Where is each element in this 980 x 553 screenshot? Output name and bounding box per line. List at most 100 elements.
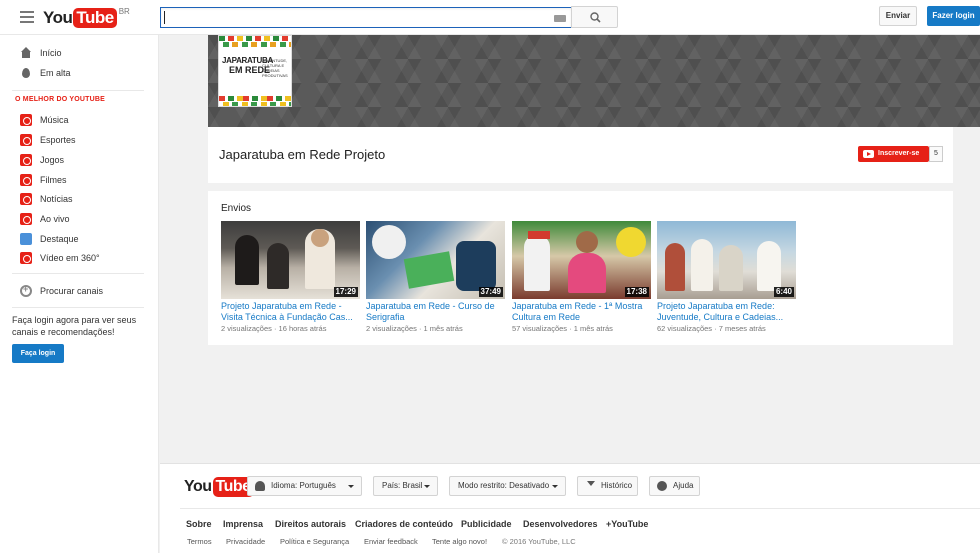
divider <box>180 508 980 509</box>
video-age: 1 mês atrás <box>573 324 613 333</box>
spotlight-icon <box>20 233 32 245</box>
guide-item-label: Em alta <box>40 68 71 78</box>
divider <box>12 273 144 274</box>
footer-link-press[interactable]: Imprensa <box>223 519 263 529</box>
guide-item-label: Destaque <box>40 234 79 244</box>
video-thumbnail[interactable]: 37:49 <box>366 221 505 299</box>
restricted-mode-button[interactable]: Modo restrito: Desativado <box>449 476 566 496</box>
video-title[interactable]: Japaratuba em Rede - Curso de Serigrafia <box>366 301 506 323</box>
footer-link-copyright[interactable]: Direitos autorais <box>275 519 346 529</box>
history-label: Histórico <box>601 481 633 490</box>
subscribe-button[interactable]: Inscrever-se <box>858 146 929 162</box>
guide-item-browse-channels[interactable]: Procurar canais <box>0 281 159 301</box>
footer-link-advertise[interactable]: Publicidade <box>461 519 512 529</box>
guide-item-sports[interactable]: Esportes <box>0 130 159 150</box>
help-button[interactable]: Ajuda <box>649 476 700 496</box>
guide-section-title: O MELHOR DO YOUTUBE <box>15 96 106 103</box>
video-card[interactable]: 17:29 Projeto Japaratuba em Rede - Visit… <box>221 221 361 333</box>
search-input[interactable] <box>160 7 572 28</box>
footer-link-try-new[interactable]: Tente algo novo! <box>432 537 487 546</box>
video-views: 2 visualizações <box>221 324 272 333</box>
guide-login-button[interactable]: Faça login <box>12 344 64 363</box>
footer-link-policy-safety[interactable]: Política e Segurança <box>280 537 349 546</box>
video-card[interactable]: 6:40 Projeto Japaratuba em Rede: Juventu… <box>657 221 797 333</box>
video-meta: 2 visualizações · 1 mês atrás <box>366 324 463 333</box>
avatar-text: JUVENTUDE, CULTURA E CADEIAS PRODUTIVAS <box>262 58 288 78</box>
masthead: You Tube BR Enviar Fazer login <box>0 0 980 35</box>
home-icon <box>20 47 32 59</box>
logo-you-text: You <box>184 478 212 495</box>
music-icon <box>20 114 32 126</box>
sign-in-button[interactable]: Fazer login <box>927 6 980 26</box>
guide-item-360[interactable]: Vídeo em 360° <box>0 248 159 268</box>
restricted-mode-label: Modo restrito: Desativado <box>458 481 550 490</box>
logo-you-text: You <box>43 8 73 27</box>
footer-link-plus-youtube[interactable]: +YouTube <box>606 519 648 529</box>
video-duration: 17:38 <box>624 287 649 297</box>
footer-link-creators[interactable]: Criadores de conteúdo <box>355 519 453 529</box>
flame-icon <box>20 67 32 79</box>
help-icon <box>657 481 667 491</box>
video-age: 1 mês atrás <box>423 324 463 333</box>
footer-link-privacy[interactable]: Privacidade <box>226 537 265 546</box>
guide-item-label: Notícias <box>40 194 73 204</box>
guide-item-trending[interactable]: Em alta <box>0 63 159 83</box>
channel-title[interactable]: Japaratuba em Rede Projeto <box>219 147 385 162</box>
video-title[interactable]: Projeto Japaratuba em Rede - Visita Técn… <box>221 301 361 323</box>
guide-item-label: Esportes <box>40 135 76 145</box>
video-title[interactable]: Japaratuba em Rede - 1ª Mostra Cultura e… <box>512 301 652 323</box>
guide-item-live[interactable]: Ao vivo <box>0 209 159 229</box>
video-thumbnail[interactable]: 17:29 <box>221 221 360 299</box>
channel-header: Japaratuba em Rede Projeto Inscrever-se … <box>208 127 953 183</box>
keyboard-icon[interactable] <box>554 15 566 22</box>
country-label: País: Brasil <box>382 481 423 490</box>
footer-youtube-logo[interactable]: You Tube <box>184 476 254 497</box>
guide-item-news[interactable]: Notícias <box>0 189 159 209</box>
channel-banner <box>208 35 980 127</box>
film-icon <box>20 174 32 186</box>
gaming-icon <box>20 154 32 166</box>
footer-link-about[interactable]: Sobre <box>186 519 212 529</box>
guide-item-label: Música <box>40 115 69 125</box>
youtube-play-icon <box>863 150 874 158</box>
guide-item-music[interactable]: Música <box>0 110 159 130</box>
add-circle-icon <box>20 284 32 297</box>
video-title[interactable]: Projeto Japaratuba em Rede: Juventude, C… <box>657 301 797 323</box>
video-duration: 17:29 <box>333 287 358 297</box>
video-thumbnail[interactable]: 17:38 <box>512 221 651 299</box>
guide-item-label: Vídeo em 360° <box>40 253 100 263</box>
video-thumbnail[interactable]: 6:40 <box>657 221 796 299</box>
guide-item-label: Procurar canais <box>40 286 104 296</box>
language-picker-button[interactable]: Idioma: Português <box>247 476 362 496</box>
footer-link-send-feedback[interactable]: Enviar feedback <box>364 537 418 546</box>
video-age: 16 horas atrás <box>278 324 327 333</box>
video-card[interactable]: 17:38 Japaratuba em Rede - 1ª Mostra Cul… <box>512 221 652 333</box>
search-button[interactable] <box>571 6 618 28</box>
360-video-icon <box>20 252 32 264</box>
language-icon <box>255 481 265 491</box>
guide-item-movies[interactable]: Filmes <box>0 170 159 190</box>
video-duration: 37:49 <box>478 287 503 297</box>
caret-down-icon <box>552 485 558 488</box>
menu-icon[interactable] <box>20 11 34 23</box>
upload-button[interactable]: Enviar <box>879 6 917 26</box>
youtube-logo[interactable]: You Tube BR <box>43 7 130 29</box>
country-picker-button[interactable]: País: Brasil <box>373 476 438 496</box>
history-button[interactable]: Histórico <box>577 476 638 496</box>
guide-item-home[interactable]: Início <box>0 43 159 63</box>
footer-link-terms[interactable]: Termos <box>187 537 212 546</box>
live-icon <box>20 213 32 225</box>
video-age: 7 meses atrás <box>718 324 766 333</box>
help-label: Ajuda <box>673 481 694 490</box>
channel-avatar[interactable]: JAPARATUBA EM REDE JUVENTUDE, CULTURA E … <box>218 35 292 107</box>
guide-item-gaming[interactable]: Jogos <box>0 150 159 170</box>
guide-item-spotlight[interactable]: Destaque <box>0 229 159 249</box>
guide-item-label: Ao vivo <box>40 214 70 224</box>
guide-item-label: Início <box>40 48 62 58</box>
caret-down-icon <box>348 485 354 488</box>
video-card[interactable]: 37:49 Japaratuba em Rede - Curso de Seri… <box>366 221 506 333</box>
copyright-text: © 2016 YouTube, LLC <box>502 537 576 546</box>
language-label: Idioma: Português <box>271 481 336 490</box>
shelf-title[interactable]: Envios <box>221 203 251 214</box>
footer-link-developers[interactable]: Desenvolvedores <box>523 519 598 529</box>
